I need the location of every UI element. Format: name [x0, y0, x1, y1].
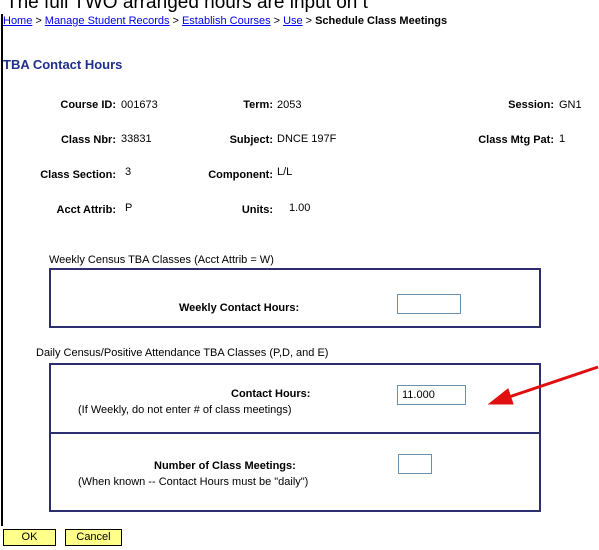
annotation-arrow-icon — [487, 365, 599, 405]
